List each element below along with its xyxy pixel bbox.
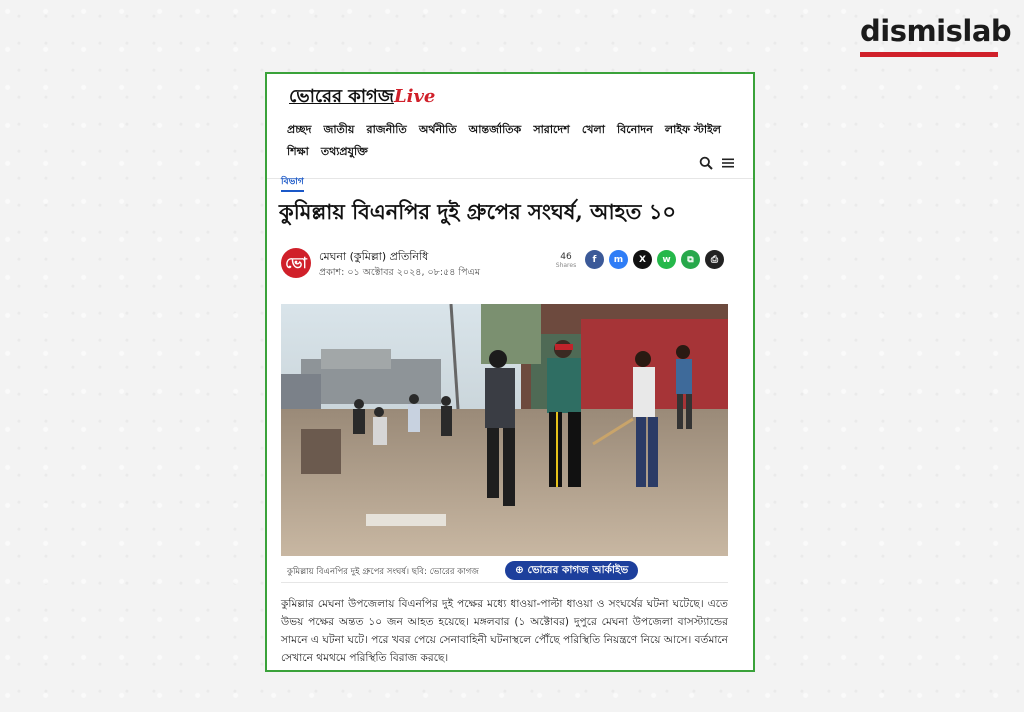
nav-tools <box>699 156 735 170</box>
x-icon[interactable]: X <box>633 250 652 269</box>
share-count: 46 <box>560 252 572 262</box>
author-avatar: ভো <box>281 248 311 278</box>
article-author[interactable]: মেঘনা (কুমিল্লা) প্রতিনিধি <box>319 248 428 267</box>
dismislab-logo: dismislab <box>860 14 1012 58</box>
archive-badge[interactable]: ⊕ ভোরের কাগজ আর্কাইভ <box>505 561 639 580</box>
nav-item-national[interactable]: জাতীয় <box>324 120 355 140</box>
nav-item-economy[interactable]: অর্থনীতি <box>419 120 457 140</box>
article-body: কুমিল্লার মেঘনা উপজেলায় বিএনপির দুই পক্… <box>281 598 728 664</box>
photo-caption: কুমিল্লায় বিএনপির দুই গ্রুপের সংঘর্ষ। ছ… <box>287 567 479 577</box>
nav-item-technology[interactable]: তথ্যপ্রযুক্তি <box>321 142 368 162</box>
brand-wordmark: dismislab <box>860 14 1012 48</box>
brand-underline <box>860 52 998 57</box>
article-published: প্রকাশ: ০১ অক্টোবর ২০২৪, ০৮:৫৪ পিএম <box>319 267 481 278</box>
nav-item-entertainment[interactable]: বিনোদন <box>617 120 653 140</box>
nav-item-home[interactable]: প্রচ্ছদ <box>287 120 311 140</box>
share-buttons: f m Xw ⧉ ⎙ <box>585 250 724 269</box>
header-divider <box>267 178 753 179</box>
site-logo-live: Live <box>393 86 436 107</box>
nav-item-lifestyle[interactable]: লাইফ স্টাইল <box>665 120 721 140</box>
nav-item-international[interactable]: আন্তর্জাতিক <box>469 120 522 140</box>
messenger-icon[interactable]: m <box>609 250 628 269</box>
facebook-icon[interactable]: f <box>585 250 604 269</box>
print-icon[interactable]: ⎙ <box>705 250 724 269</box>
nav-item-politics[interactable]: রাজনীতি <box>367 120 407 140</box>
site-logo-text: ভোরের কাগজ <box>289 86 394 107</box>
site-logo[interactable]: ভোরের কাগজLive <box>289 82 435 110</box>
share-counter: 46 Shares <box>553 252 579 270</box>
nav-item-country[interactable]: সারাদেশ <box>533 120 569 140</box>
menu-icon[interactable] <box>721 156 735 170</box>
search-icon[interactable] <box>699 156 713 170</box>
copy-icon[interactable]: ⧉ <box>681 250 700 269</box>
article-headline: কুমিল্লায় বিএনপির দুই গ্রুপের সংঘর্ষ, আ… <box>279 199 676 224</box>
share-count-label: Shares <box>555 262 577 269</box>
whatsapp-icon[interactable]: w <box>657 250 676 269</box>
article-photo <box>281 304 728 556</box>
nav-item-sports[interactable]: খেলা <box>582 120 605 140</box>
article-category[interactable]: বিভাগ <box>281 174 304 192</box>
photo-caption-row: কুমিল্লায় বিএনপির দুই গ্রুপের সংঘর্ষ। ছ… <box>281 560 728 583</box>
main-nav: প্রচ্ছদ জাতীয় রাজনীতি অর্থনীতি আন্তর্জা… <box>287 118 737 162</box>
article-screenshot: ভোরের কাগজLive প্রচ্ছদ জাতীয় রাজনীতি অর… <box>265 72 755 672</box>
nav-item-education[interactable]: শিক্ষা <box>287 142 309 162</box>
